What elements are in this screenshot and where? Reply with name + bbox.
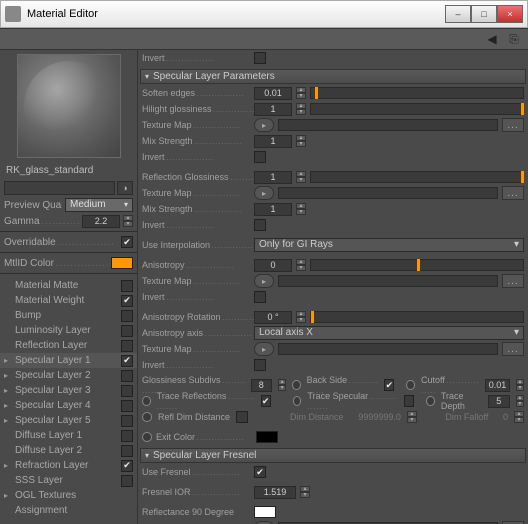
backside-radio[interactable] (292, 380, 300, 390)
overridable-label: Overridable (4, 237, 118, 248)
layer-refraction[interactable]: ▸Refraction Layer (0, 458, 137, 473)
use-interpolation-select[interactable]: Only for GI Rays▾ (254, 238, 524, 252)
soften-spinner[interactable]: ▴▾ (296, 87, 306, 99)
layer-diffuse-1[interactable]: Diffuse Layer 1 (0, 428, 137, 443)
app-icon (5, 6, 21, 22)
invert1-checkbox[interactable] (254, 151, 266, 163)
toolbar: ◀ ⎘ (0, 28, 528, 50)
material-preview[interactable] (17, 54, 121, 158)
layer-reflection[interactable]: Reflection Layer (0, 338, 137, 353)
layer-specular-1[interactable]: ▸Specular Layer 1 (0, 353, 137, 368)
layer-bump[interactable]: Bump (0, 308, 137, 323)
layer-specular-3[interactable]: ▸Specular Layer 3 (0, 383, 137, 398)
soften-slider[interactable] (310, 87, 524, 99)
layer-sss[interactable]: SSS Layer (0, 473, 137, 488)
layer-material-weight[interactable]: Material Weight (0, 293, 137, 308)
layer-luminosity[interactable]: Luminosity Layer (0, 323, 137, 338)
layer-list: Material Matte Material Weight Bump Lumi… (0, 276, 137, 520)
soften-edges-input[interactable]: 0.01 (254, 87, 292, 100)
layer-assignment[interactable]: Assignment (0, 503, 137, 518)
refl90-swatch[interactable] (254, 506, 276, 518)
left-panel: RK_glass_standard ◑ Preview Quality Medi… (0, 50, 138, 524)
refl-dim-checkbox[interactable] (236, 411, 248, 423)
minimize-button[interactable]: – (445, 5, 471, 23)
pick-icon[interactable]: ◑ (117, 181, 133, 195)
trace-depth-input[interactable]: 5 (488, 395, 510, 408)
window-title: Material Editor (27, 8, 445, 20)
gloss-subdivs-input[interactable]: 8 (251, 379, 272, 392)
texmap1-button[interactable]: ▸ (254, 118, 274, 132)
trace-refl-checkbox[interactable] (261, 395, 271, 407)
mtlid-label: MtlID Color (4, 258, 108, 269)
parameter-panel: Invert ▾Specular Layer Parameters Soften… (138, 50, 528, 524)
reflgloss-slider[interactable] (310, 171, 524, 183)
aniso-slider[interactable] (310, 259, 524, 271)
group-specular-params[interactable]: ▾Specular Layer Parameters (140, 69, 526, 84)
gamma-input[interactable]: 2.2 (82, 215, 120, 228)
material-name: RK_glass_standard (0, 162, 137, 179)
preview-quality-label: Preview Quality (4, 200, 62, 211)
mtlid-color[interactable] (111, 257, 133, 269)
refl-gloss-input[interactable]: 1 (254, 171, 292, 184)
close-button[interactable]: × (497, 5, 523, 23)
layer-diffuse-2[interactable]: Diffuse Layer 2 (0, 443, 137, 458)
gamma-spinner[interactable]: ▴▾ (123, 215, 133, 227)
gamma-label: Gamma (4, 216, 79, 227)
texmap1-browse[interactable]: ... (502, 118, 524, 132)
cutoff-input[interactable]: 0.01 (485, 379, 510, 392)
overridable-checkbox[interactable] (121, 236, 133, 248)
layer-material-matte[interactable]: Material Matte (0, 278, 137, 293)
layer-specular-4[interactable]: ▸Specular Layer 4 (0, 398, 137, 413)
exit-color-swatch[interactable] (256, 431, 278, 443)
group-specular-fresnel[interactable]: ▾Specular Layer Fresnel (140, 448, 526, 463)
layer-ogl-textures[interactable]: ▸OGL Textures (0, 488, 137, 503)
hilight-slider[interactable] (310, 103, 524, 115)
aniso-rot-slider[interactable] (310, 311, 524, 323)
pin-icon[interactable]: ⎘ (506, 32, 522, 46)
hilight-gloss-input[interactable]: 1 (254, 103, 292, 116)
back-icon[interactable]: ◀ (484, 32, 500, 46)
title-bar: Material Editor – □ × (0, 0, 528, 28)
backside-checkbox[interactable] (384, 379, 394, 391)
aniso-rot-input[interactable]: 0 ° (254, 311, 292, 324)
fresnel-ior-input[interactable]: 1.519 (254, 486, 296, 499)
aniso-input[interactable]: 0 (254, 259, 292, 272)
layer-specular-2[interactable]: ▸Specular Layer 2 (0, 368, 137, 383)
preview-quality-select[interactable]: Medium▾ (65, 198, 133, 212)
use-fresnel-checkbox[interactable] (254, 466, 266, 478)
aniso-axis-select[interactable]: Local axis X▾ (254, 326, 524, 340)
layer-specular-5[interactable]: ▸Specular Layer 5 (0, 413, 137, 428)
trace-spec-checkbox[interactable] (404, 395, 414, 407)
maximize-button[interactable]: □ (471, 5, 497, 23)
invert-top-checkbox[interactable] (254, 52, 266, 64)
search-input[interactable] (4, 181, 115, 195)
